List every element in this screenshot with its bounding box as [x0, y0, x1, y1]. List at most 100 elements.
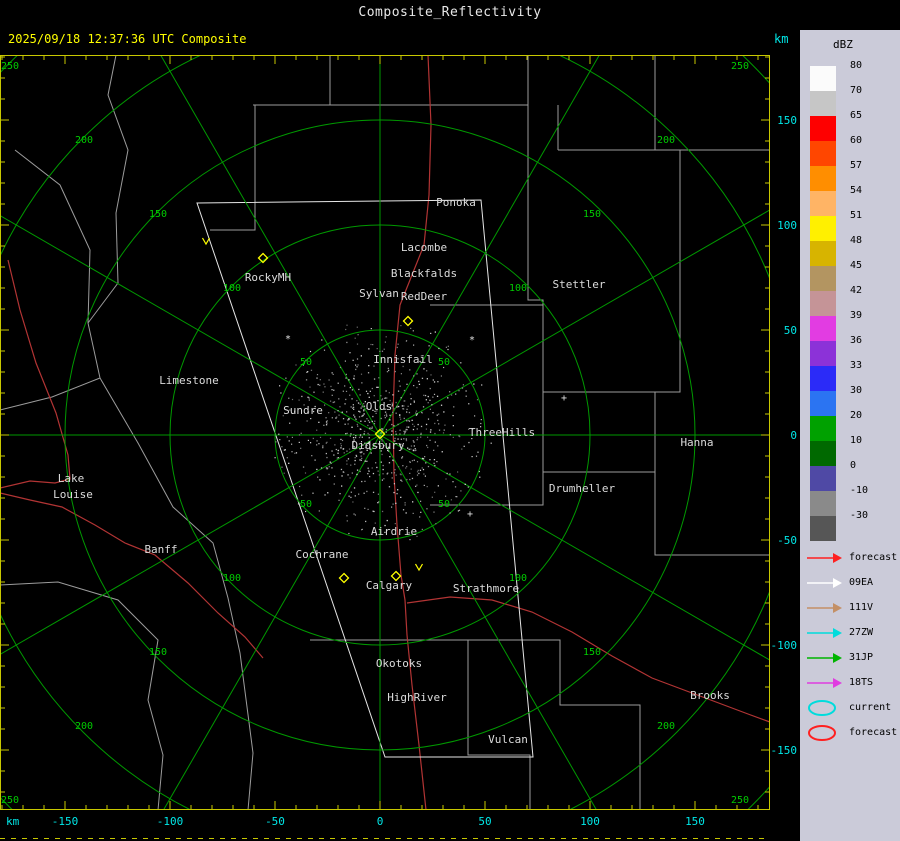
colorbar-label: 65 [850, 110, 863, 121]
city-label: Ponoka [436, 196, 476, 209]
legend-ellipse-icon [808, 724, 836, 741]
colorbar-label: 70 [850, 85, 863, 96]
city-label: Vulcan [488, 733, 528, 746]
right-axis-tick-label: 0 [790, 429, 797, 442]
right-axis-tick-label: -50 [777, 534, 797, 547]
range-label: 100 [223, 283, 241, 294]
boundary-line [210, 105, 256, 231]
city-label: Louise [53, 488, 93, 501]
legend-label: 18TS [849, 677, 874, 688]
colorbar-swatch [810, 116, 836, 141]
boundary-line [543, 150, 681, 393]
colorbar-label: 30 [850, 385, 863, 396]
boundary-line [654, 472, 770, 556]
boundary-line [0, 581, 164, 810]
city-label: ThreeHills [469, 426, 535, 439]
legend-label: 27ZW [849, 627, 874, 638]
range-label: 200 [657, 721, 675, 732]
legend-label: 31JP [849, 652, 874, 663]
city-label: Hanna [680, 436, 713, 449]
range-label: 150 [583, 647, 601, 658]
right-axis-tick-label: -100 [770, 639, 798, 652]
legend-row: forecast [806, 720, 900, 745]
colorbar-label: 57 [850, 160, 863, 171]
bottom-axis-tick-label: -100 [156, 815, 184, 828]
colorbar-swatch [810, 466, 836, 491]
bottom-axis-tick-label: -50 [265, 815, 285, 828]
legend-row: forecast [806, 545, 900, 570]
title-bar: Composite_Reflectivity [0, 0, 900, 30]
boundary-line [310, 639, 641, 810]
boundary-line [87, 55, 129, 324]
legend-row: 09EA [806, 570, 900, 595]
bottom-axis-unit-label: km [6, 815, 20, 828]
colorbar-swatch [810, 341, 836, 366]
city-label: Lacombe [401, 241, 447, 254]
city-label: Banff [144, 543, 177, 556]
legend-ellipse-icon [808, 699, 836, 716]
radar-map-display[interactable]: 250 200 150 100 50 250 200 150 100 50 50 100 150 200 2… [0, 55, 770, 810]
city-label: Sylvan [359, 287, 399, 300]
colorbar-swatch [810, 216, 836, 241]
point-marker: + [467, 509, 473, 520]
right-axis-tick-label: -150 [770, 744, 798, 757]
colorbar-label: 39 [850, 310, 863, 321]
legend-arrow-icon [807, 577, 842, 588]
colorbar-swatch [810, 66, 836, 91]
colorbar-label: 33 [850, 360, 863, 371]
boundary-line [0, 377, 101, 411]
colorbar-swatch [810, 266, 836, 291]
highway-line [0, 259, 71, 489]
range-label: 50 [438, 357, 450, 368]
range-label: 250 [1, 795, 19, 806]
colorbar-swatch [810, 141, 836, 166]
info-bar: 2025/09/18 12:37:36 UTC Composite km [0, 30, 900, 55]
colorbar-label: -10 [850, 485, 869, 496]
city-label: Limestone [159, 374, 219, 387]
colorbar-swatch [810, 316, 836, 341]
colorbar-swatch [810, 366, 836, 391]
city-label: Calgary [366, 579, 413, 592]
range-label: 200 [657, 135, 675, 146]
legend-label: 09EA [849, 577, 874, 588]
radar-site-marker [402, 315, 414, 327]
right-axis-tick-label: 100 [777, 219, 797, 232]
city-label: Sundre [283, 404, 323, 417]
boundary-line [542, 392, 656, 473]
colorbar-label: 80 [850, 60, 863, 71]
colorbar-label: -30 [850, 510, 869, 521]
colorbar-swatch [810, 291, 836, 316]
legend-row: 31JP [806, 645, 900, 670]
legend-row: 111V [806, 595, 900, 620]
point-marker: * [469, 335, 475, 346]
city-label: Blackfalds [391, 267, 457, 280]
storm-vector-marker [414, 563, 424, 572]
city-label: RedDeer [401, 290, 448, 303]
colorbar-swatch [810, 491, 836, 516]
window-title: Composite_Reflectivity [358, 5, 542, 20]
colorbar-title: dBZ [833, 38, 853, 51]
right-axis: 150 100 50 0 -50 -100 -150 [770, 55, 800, 810]
colorbar-swatch [810, 241, 836, 266]
legend-arrow-icon [807, 677, 842, 688]
range-label: 250 [731, 795, 749, 806]
city-label: Cochrane [296, 548, 349, 561]
colorbar-swatch [810, 191, 836, 216]
legend-arrow-icon [807, 602, 842, 613]
colorbar-label: 20 [850, 410, 863, 421]
range-label: 150 [583, 209, 601, 220]
colorbar-label: 10 [850, 435, 863, 446]
legend-row: 27ZW [806, 620, 900, 645]
reflectivity-colorbar: 80 70 65 60 57 54 51 48 45 42 39 36 33 30 20 10 0 -10 -30 [810, 60, 898, 541]
bottom-border-rule [0, 838, 770, 839]
legend-label: 111V [849, 602, 874, 613]
timestamp-label: 2025/09/18 12:37:36 UTC Composite [8, 32, 247, 46]
colorbar-label: 36 [850, 335, 863, 346]
point-marker: * [285, 334, 291, 345]
city-label: Drumheller [549, 482, 616, 495]
colorbar-swatch [810, 391, 836, 416]
range-label: 50 [438, 499, 450, 510]
city-label: Okotoks [376, 657, 422, 670]
legend-arrow-icon [807, 627, 842, 638]
city-label: HighRiver [387, 691, 447, 704]
